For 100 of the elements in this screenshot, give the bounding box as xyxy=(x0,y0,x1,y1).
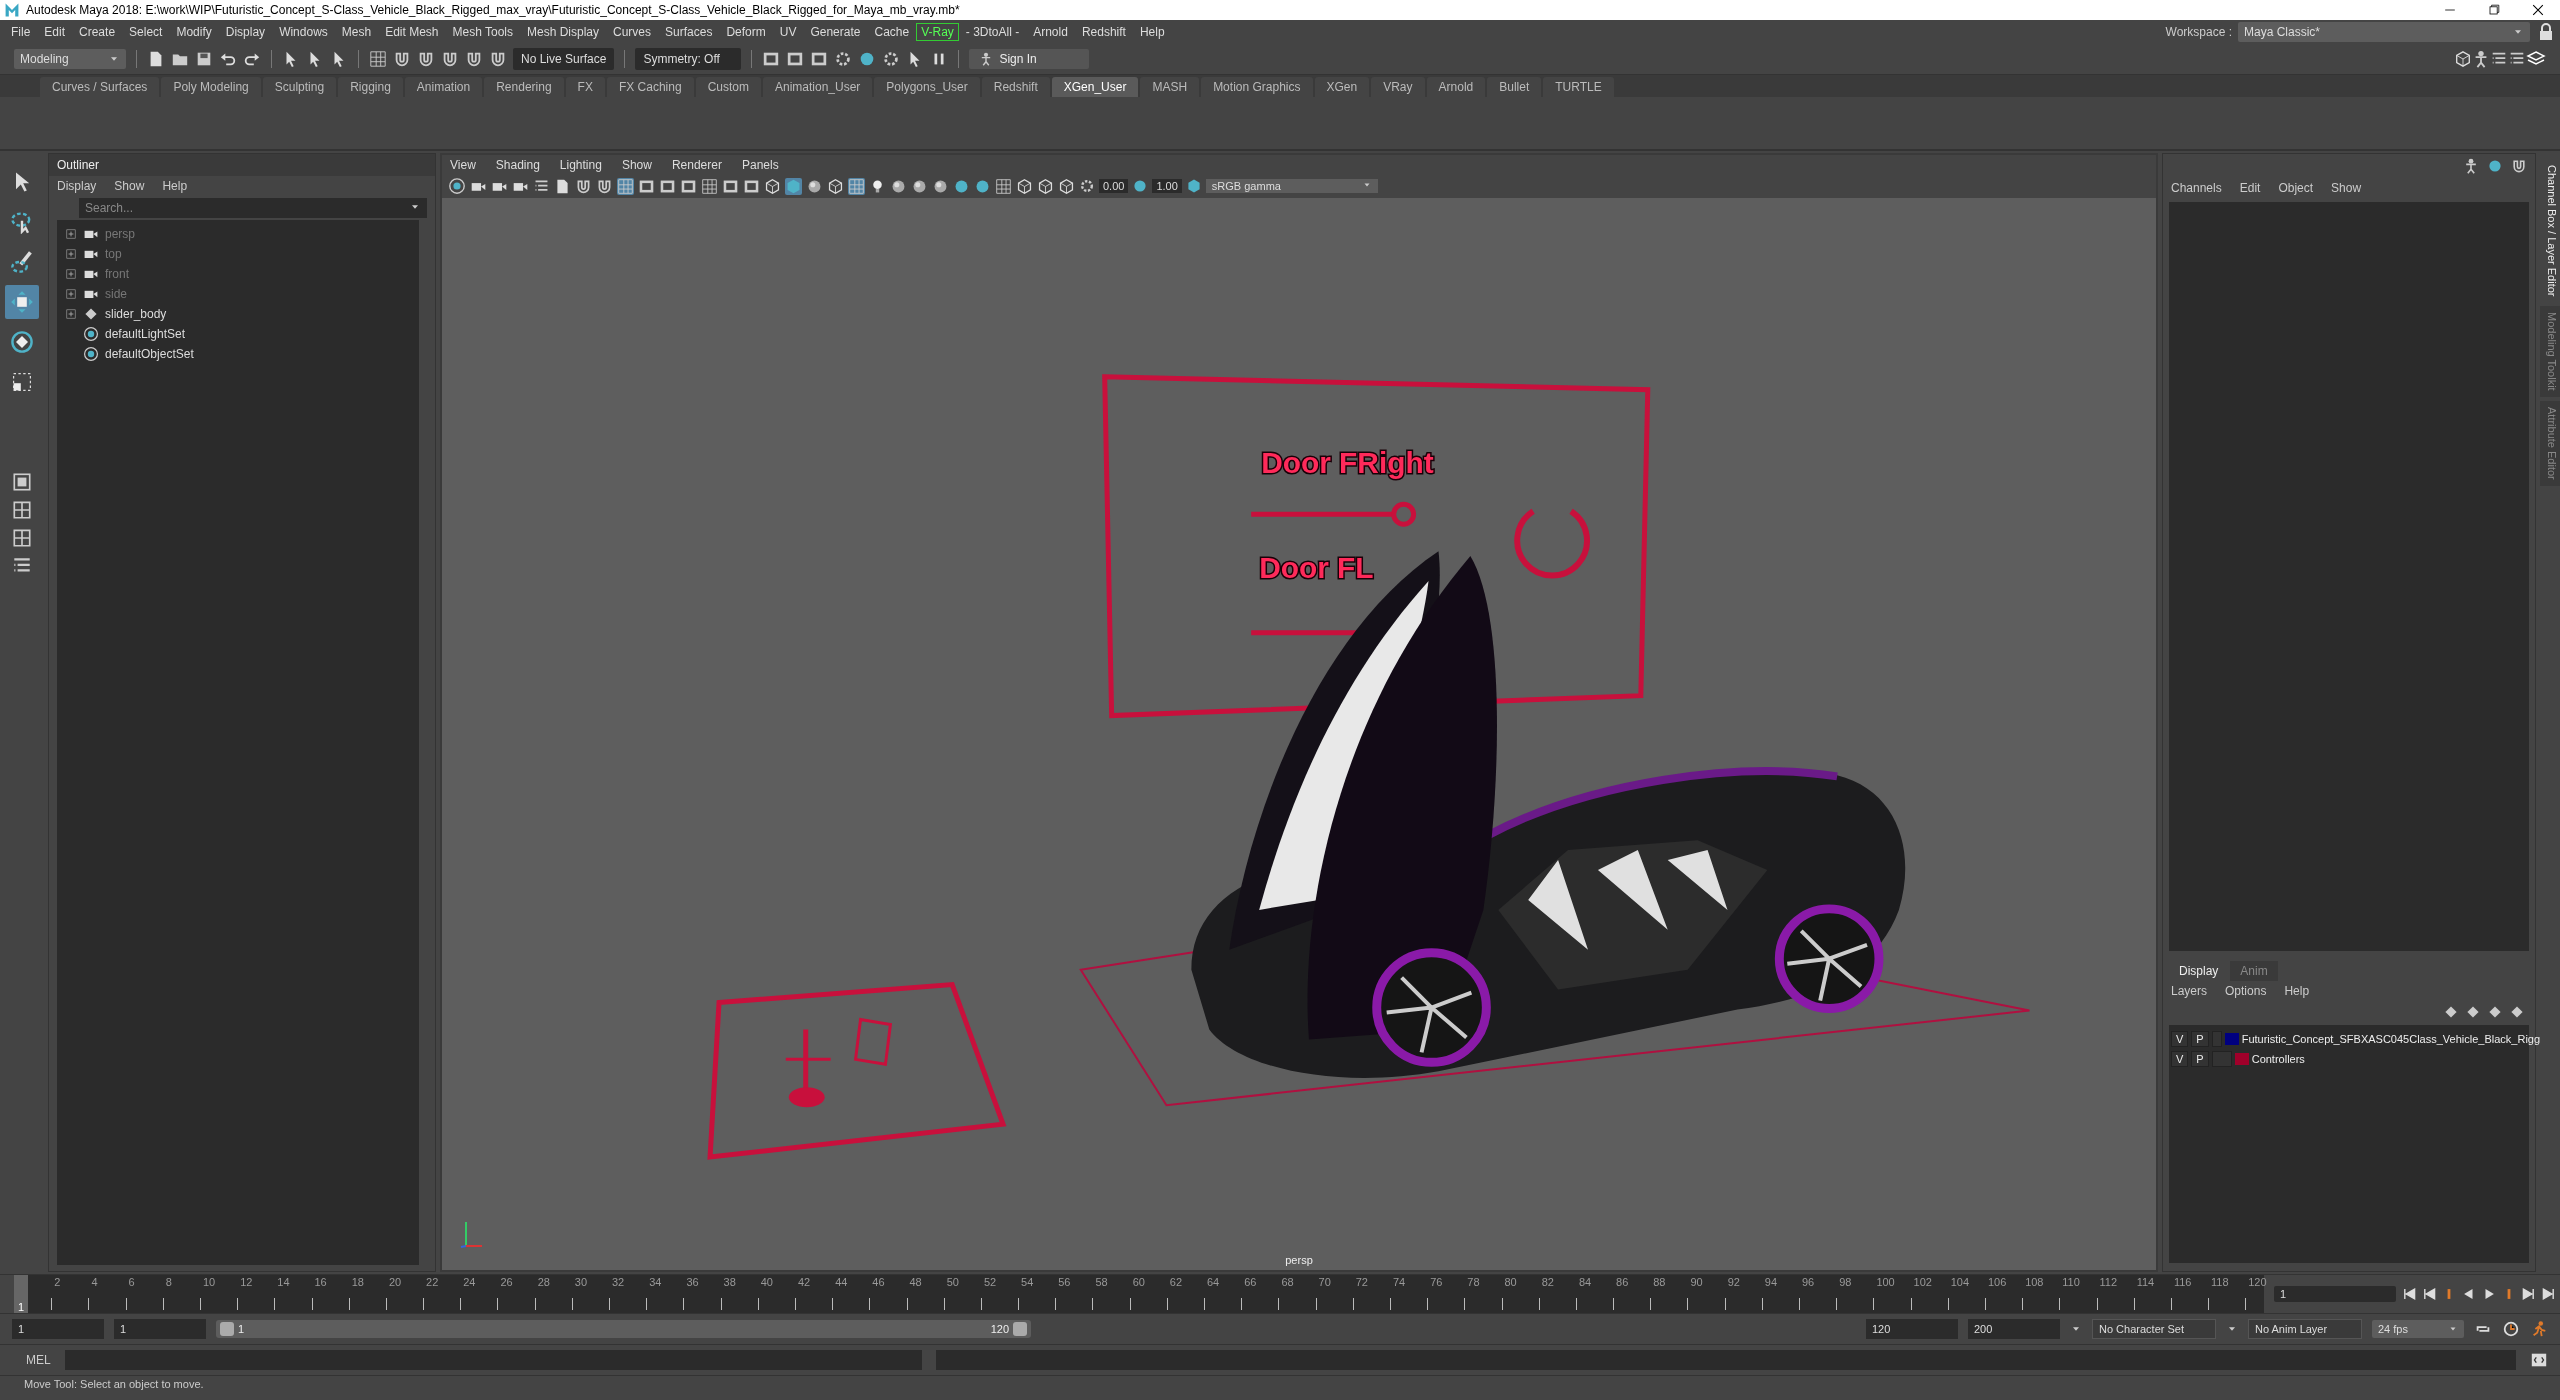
expand-icon[interactable] xyxy=(65,268,77,280)
wireframe-on-shaded-icon[interactable] xyxy=(827,177,844,195)
shelf-tab[interactable]: Redshift xyxy=(981,77,1050,97)
field-chart-icon[interactable] xyxy=(701,177,718,195)
render-view-icon[interactable] xyxy=(762,50,781,68)
start-frame-field[interactable]: 1 xyxy=(12,1319,104,1339)
two-pane-icon[interactable] xyxy=(11,527,33,549)
live-surface-field[interactable]: No Live Surface xyxy=(513,48,615,70)
shelf-tab[interactable]: VRay xyxy=(1371,77,1425,97)
playback-end-field[interactable]: 120 xyxy=(1866,1319,1958,1339)
menu-item[interactable]: Mesh Display xyxy=(520,23,607,41)
select-camera-icon[interactable] xyxy=(448,177,466,195)
go-to-start-icon[interactable] xyxy=(2402,1287,2416,1301)
shelf-tab[interactable]: Arnold xyxy=(1426,77,1486,97)
menu-item[interactable]: Redshift xyxy=(1074,23,1133,41)
menu-item[interactable]: Create xyxy=(72,23,123,41)
play-backwards-icon[interactable] xyxy=(2462,1287,2476,1301)
menu-item[interactable]: Layers xyxy=(2171,984,2208,998)
menu-item[interactable]: Show xyxy=(2331,181,2362,195)
menu-item[interactable]: Cache xyxy=(867,23,917,41)
shelf-tab[interactable]: Motion Graphics xyxy=(1201,77,1313,97)
gamma-field[interactable]: 1.00 xyxy=(1152,179,1182,193)
shelf-tab[interactable]: Custom xyxy=(695,77,761,97)
color-space-dropdown[interactable]: sRGB gamma xyxy=(1205,179,1378,193)
menu-item[interactable]: Display xyxy=(57,179,97,193)
shelf-tab[interactable]: TURTLE xyxy=(1543,77,1614,97)
shelf-tab[interactable]: XGen xyxy=(1314,77,1370,97)
exposure-field[interactable]: 0.00 xyxy=(1099,179,1129,193)
layer-color-swatch[interactable] xyxy=(2224,1033,2239,1045)
menu-item[interactable]: Modify xyxy=(169,23,219,41)
shelf-tab[interactable]: Polygons_User xyxy=(874,77,980,97)
go-to-end-icon[interactable] xyxy=(2542,1287,2556,1301)
menu-item[interactable]: Mesh xyxy=(334,23,379,41)
menu-item[interactable]: Lighting xyxy=(559,158,602,172)
menu-item[interactable]: Edit xyxy=(37,23,73,41)
modeling-toolkit-icon[interactable] xyxy=(2454,50,2472,68)
outliner-item[interactable]: defaultLightSet xyxy=(57,324,419,344)
menu-item[interactable]: Edit xyxy=(2239,181,2261,195)
current-frame-marker[interactable]: 1 xyxy=(14,1275,28,1313)
shelf-tab[interactable]: Rendering xyxy=(484,77,564,97)
menu-item[interactable]: Panels xyxy=(741,158,779,172)
menu-item[interactable]: Mesh Tools xyxy=(445,23,520,41)
symmetry-field[interactable]: Symmetry: Off xyxy=(635,48,742,70)
menu-item[interactable]: UV xyxy=(772,23,804,41)
menu-item[interactable]: View xyxy=(450,158,476,172)
maximize-icon[interactable] xyxy=(2486,2,2502,18)
outliner-item[interactable]: defaultObjectSet xyxy=(57,344,419,364)
shelf-tab[interactable]: Rigging xyxy=(338,77,403,97)
menu-item[interactable]: Options xyxy=(2225,984,2267,998)
grid-icon[interactable] xyxy=(617,177,634,195)
menu-item[interactable]: V-Ray xyxy=(916,23,959,41)
menu-item[interactable]: Select xyxy=(122,23,170,41)
wireframe-icon[interactable] xyxy=(764,177,781,195)
smooth-shade-icon[interactable] xyxy=(785,177,802,195)
sign-in-button[interactable]: Sign In xyxy=(969,49,1090,69)
render-icon[interactable] xyxy=(786,50,805,68)
visibility-toggle[interactable]: V xyxy=(2171,1031,2189,1047)
menu-item[interactable]: Arnold xyxy=(1026,23,1075,41)
shelf-tab[interactable]: XGen_User xyxy=(1051,77,1139,97)
expand-icon[interactable] xyxy=(65,288,77,300)
menu-item[interactable]: Windows xyxy=(272,23,335,41)
layer-color-swatch[interactable] xyxy=(2234,1053,2249,1065)
current-frame-field[interactable]: 1 xyxy=(2274,1286,2396,1302)
door-control-panel[interactable] xyxy=(1102,374,1651,719)
visibility-toggle[interactable]: V xyxy=(2171,1051,2189,1067)
mode-dropdown[interactable]: Modeling xyxy=(14,49,126,69)
menu-item[interactable]: - 3DtoAll - xyxy=(958,23,1027,41)
shelf-tab[interactable]: MASH xyxy=(1140,77,1200,97)
anim-layer-dropdown[interactable]: No Anim Layer xyxy=(2248,1319,2362,1339)
menu-item[interactable]: Curves xyxy=(606,23,659,41)
step-forward-icon[interactable] xyxy=(2522,1287,2536,1301)
isolate-icon[interactable] xyxy=(995,177,1012,195)
single-pane-icon[interactable] xyxy=(11,471,33,493)
shelf-tab[interactable]: Animation_User xyxy=(762,77,873,97)
menu-item[interactable]: Display xyxy=(218,23,273,41)
shelf-tab[interactable]: Bullet xyxy=(1487,77,1542,97)
shelf-tab[interactable]: Poly Modeling xyxy=(161,77,261,97)
stopwatch-icon[interactable] xyxy=(2502,1320,2520,1338)
menu-item[interactable]: Shading xyxy=(495,158,540,172)
menu-item[interactable]: Show xyxy=(621,158,652,172)
layer-name[interactable]: Controllers xyxy=(2251,1053,2305,1065)
menu-item[interactable]: File xyxy=(4,23,38,41)
render-settings-icon[interactable] xyxy=(834,50,853,68)
outliner-item[interactable]: slider_body xyxy=(57,304,419,324)
playback-start-field[interactable]: 1 xyxy=(114,1319,206,1339)
fps-dropdown[interactable]: 24 fps xyxy=(2372,1320,2464,1338)
time-slider[interactable]: 1 2 4 6 8 10 12 14 16 18 20 22 24 26 28 30 32 34 36 38 40 42 44 46 48 50 52 54 56 58 60 62 64 66 68 70 72 74 76 78 80 82 84 86 88 90 92 94 96 98 100 102 104 106 108 110 112 114 116 118 120 xyxy=(14,1275,2264,1313)
menu-item[interactable]: Show xyxy=(114,179,145,193)
playback-toggle[interactable]: P xyxy=(2191,1031,2209,1047)
range-handle[interactable] xyxy=(220,1322,234,1336)
menu-item[interactable]: Generate xyxy=(803,23,868,41)
expand-icon[interactable] xyxy=(65,308,77,320)
snap-grid-icon[interactable] xyxy=(369,50,387,68)
menu-item[interactable]: Channels xyxy=(2171,181,2222,195)
script-editor-icon[interactable] xyxy=(2530,1351,2548,1369)
shelf-tab[interactable]: Curves / Surfaces xyxy=(40,77,160,97)
menu-item[interactable]: Help xyxy=(1132,23,1172,41)
playback-toggle[interactable]: P xyxy=(2191,1051,2209,1067)
shelf-tab[interactable]: Sculpting xyxy=(262,77,337,97)
expand-icon[interactable] xyxy=(65,248,77,260)
